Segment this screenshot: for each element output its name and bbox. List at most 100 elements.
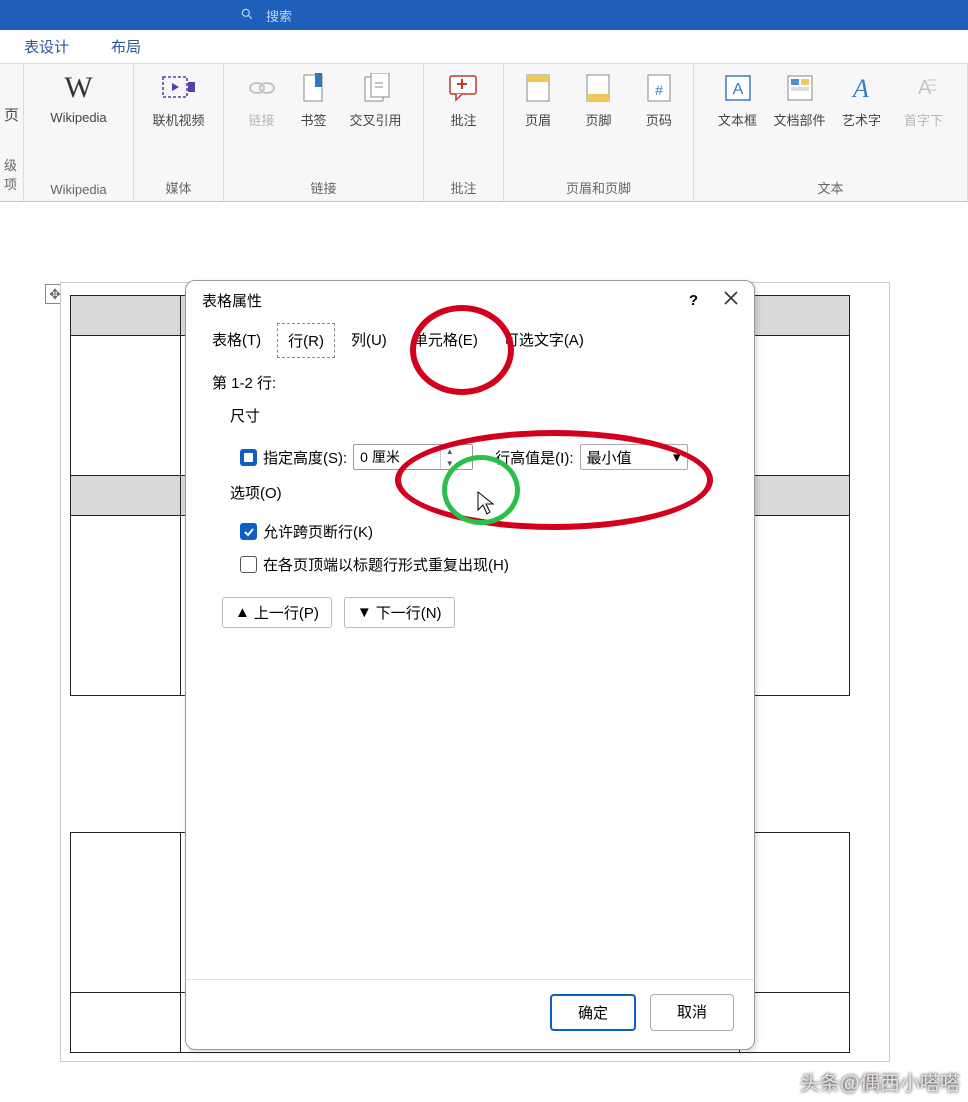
footer-button[interactable]: 页脚 xyxy=(572,70,624,129)
footer-icon xyxy=(580,70,616,106)
video-icon xyxy=(161,70,197,106)
prev-row-button[interactable]: ▲ 上一行(P) xyxy=(222,597,332,628)
footer-label: 页脚 xyxy=(585,110,611,129)
svg-text:A: A xyxy=(851,74,869,103)
ribbon-group-wikipedia: W Wikipedia Wikipedia xyxy=(24,64,134,201)
options-label: 选项(O) xyxy=(230,482,728,503)
comment-label: 批注 xyxy=(450,110,476,129)
next-row-label: 下一行(N) xyxy=(376,602,442,623)
repeat-header-row: 在各页顶端以标题行形式重复出现(H) xyxy=(240,554,728,575)
spin-down[interactable]: ▼ xyxy=(441,457,458,469)
wikipedia-label: Wikipedia xyxy=(50,110,106,125)
height-mode-value: 最小值 xyxy=(587,447,632,468)
quickparts-button[interactable]: 文档部件 xyxy=(773,70,827,129)
height-mode-select[interactable]: 最小值 ▾ xyxy=(580,444,688,470)
pagenum-label: 页码 xyxy=(646,110,672,129)
crossref-button[interactable]: 交叉引用 xyxy=(344,70,408,129)
group-label-links: 链接 xyxy=(232,176,415,199)
dropcap-button[interactable]: A 首字下 xyxy=(897,70,951,129)
dialog-tabs: 表格(T) 行(R) 列(U) 单元格(E) 可选文字(A) xyxy=(186,317,754,358)
cancel-button[interactable]: 取消 xyxy=(650,994,734,1031)
wordart-icon: A xyxy=(844,70,880,106)
triangle-down-icon: ▼ xyxy=(357,604,372,621)
link-button[interactable]: 链接 xyxy=(240,70,284,129)
online-video-label: 联机视频 xyxy=(152,110,204,129)
tab-column[interactable]: 列(U) xyxy=(341,323,397,358)
ribbon-group-headerfooter: 页眉 页脚 # 页码 页眉和页脚 xyxy=(504,64,694,201)
specify-height-row: 指定高度(S): ▲ ▼ 行高值是(I): 最小值 ▾ xyxy=(240,444,728,470)
height-is-label: 行高值是(I): xyxy=(495,447,573,468)
bookmark-label: 书签 xyxy=(300,110,326,129)
group-label-wikipedia: Wikipedia xyxy=(32,180,125,199)
pagenum-button[interactable]: # 页码 xyxy=(633,70,685,129)
repeat-header-checkbox[interactable] xyxy=(240,556,257,573)
textbox-button[interactable]: A 文本框 xyxy=(711,70,765,129)
quickparts-icon xyxy=(782,70,818,106)
quickparts-label: 文档部件 xyxy=(773,110,825,129)
wikipedia-button[interactable]: W Wikipedia xyxy=(34,70,124,125)
tab-table-design[interactable]: 表设计 xyxy=(18,30,75,63)
height-spinner[interactable]: ▲ ▼ xyxy=(353,444,473,470)
group-label-first: 级项 xyxy=(0,153,23,195)
nav-buttons: ▲ 上一行(P) ▼ 下一行(N) xyxy=(222,597,728,628)
search-icon xyxy=(240,7,254,24)
title-bar: 搜索 xyxy=(0,0,968,30)
bookmark-icon xyxy=(296,70,332,106)
watermark: 头条@偶西小嗒嗒 xyxy=(800,1067,960,1096)
repeat-header-label: 在各页顶端以标题行形式重复出现(H) xyxy=(263,554,509,575)
svg-text:#: # xyxy=(655,82,663,98)
dialog-title: 表格属性 xyxy=(202,290,262,311)
ribbon-group-links: 链接 书签 交叉引用 链接 xyxy=(224,64,424,201)
ribbon-group-media: 联机视频 媒体 xyxy=(134,64,224,201)
header-icon xyxy=(520,70,556,106)
next-row-button[interactable]: ▼ 下一行(N) xyxy=(344,597,455,628)
specify-height-label: 指定高度(S): xyxy=(263,447,347,468)
wikipedia-icon: W xyxy=(61,70,97,106)
wordart-label: 艺术字 xyxy=(842,110,881,129)
allow-break-row: 允许跨页断行(K) xyxy=(240,521,728,542)
bookmark-button[interactable]: 书签 xyxy=(292,70,336,129)
ribbon-partial-label: 页 xyxy=(4,104,19,125)
group-label-text: 文本 xyxy=(702,176,959,199)
tab-alt[interactable]: 可选文字(A) xyxy=(494,323,594,358)
online-video-button[interactable]: 联机视频 xyxy=(152,70,206,129)
dialog-body: 第 1-2 行: 尺寸 指定高度(S): ▲ ▼ 行高值是(I): 最小值 ▾ … xyxy=(186,358,754,979)
header-label: 页眉 xyxy=(525,110,551,129)
dialog-titlebar: 表格属性 ? xyxy=(186,281,754,317)
allow-break-label: 允许跨页断行(K) xyxy=(263,521,373,542)
search-placeholder[interactable]: 搜索 xyxy=(266,6,292,25)
link-label: 链接 xyxy=(248,110,274,129)
textbox-icon: A xyxy=(720,70,756,106)
tab-layout[interactable]: 布局 xyxy=(105,30,147,63)
dropcap-label: 首字下 xyxy=(904,110,943,129)
wordart-button[interactable]: A 艺术字 xyxy=(835,70,889,129)
group-label-comment: 批注 xyxy=(432,176,495,199)
height-input[interactable] xyxy=(354,449,440,465)
tab-cell[interactable]: 单元格(E) xyxy=(403,323,488,358)
group-label-media: 媒体 xyxy=(142,176,215,199)
comment-button[interactable]: 批注 xyxy=(437,70,491,129)
ok-button[interactable]: 确定 xyxy=(550,994,636,1031)
prev-row-label: 上一行(P) xyxy=(254,602,319,623)
ribbon-group-first: 页 级项 xyxy=(0,64,24,201)
svg-text:A: A xyxy=(732,81,743,98)
tab-table[interactable]: 表格(T) xyxy=(202,323,271,358)
allow-break-checkbox[interactable] xyxy=(240,523,257,540)
header-button[interactable]: 页眉 xyxy=(512,70,564,129)
link-icon xyxy=(244,70,280,106)
textbox-label: 文本框 xyxy=(718,110,757,129)
dialog-footer: 确定 取消 xyxy=(186,979,754,1049)
close-button[interactable] xyxy=(722,289,740,311)
group-label-headerfooter: 页眉和页脚 xyxy=(512,176,685,199)
dropcap-icon: A xyxy=(906,70,942,106)
size-label: 尺寸 xyxy=(230,405,728,426)
pagenum-icon: # xyxy=(641,70,677,106)
specify-height-checkbox[interactable] xyxy=(240,449,257,466)
help-button[interactable]: ? xyxy=(689,292,698,309)
spin-up[interactable]: ▲ xyxy=(441,445,458,457)
tab-row[interactable]: 行(R) xyxy=(277,323,335,358)
ribbon: 页 级项 W Wikipedia Wikipedia 联机视频 媒体 xyxy=(0,64,968,202)
ribbon-group-text: A 文本框 文档部件 A 艺术字 A 首字下 xyxy=(694,64,968,201)
crossref-label: 交叉引用 xyxy=(349,110,401,129)
comment-icon xyxy=(446,70,482,106)
